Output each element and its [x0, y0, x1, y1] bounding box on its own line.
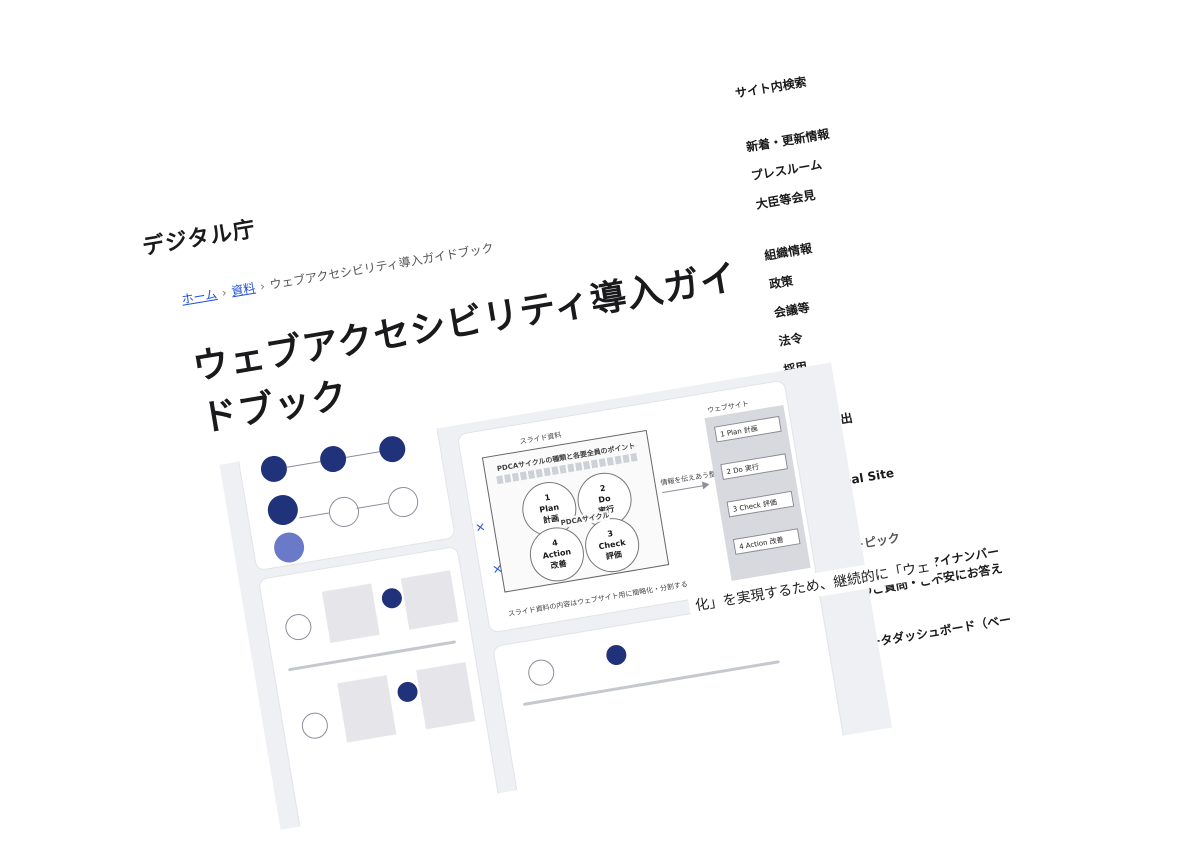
site-logo-title[interactable]: デジタル庁 — [140, 211, 258, 261]
grey-block — [321, 583, 380, 643]
grey-block — [400, 570, 459, 630]
breadcrumb-home[interactable]: ホーム — [181, 287, 218, 307]
lower-node — [604, 643, 628, 667]
lower-card — [493, 592, 846, 805]
flow-node — [258, 453, 289, 484]
close-x-icon: ✕ — [491, 561, 504, 578]
nav-item-press-conference[interactable]: 大臣等会見 — [754, 182, 840, 213]
website-panel: 1 Plan 計画 2 Do 実行 3 Check 評価 4 Action 改善 — [704, 404, 811, 581]
flow-node-outline — [326, 494, 362, 530]
breadcrumb-docs[interactable]: 資料 — [230, 281, 256, 299]
flow-connector — [286, 461, 321, 468]
nav-item-policy[interactable]: 政策 — [768, 266, 830, 293]
site-search-link[interactable]: サイト内検索 — [734, 73, 808, 102]
nav-item-pressroom[interactable]: プレスルーム — [750, 153, 836, 184]
nav-item-organization[interactable]: 組織情報 — [763, 237, 825, 264]
rotated-page: デジタル庁 サイト内検索 新着・更新情報 プレスルーム 大臣等会見 組織情報 政… — [0, 0, 1200, 830]
slide-frame: PDCAサイクルの種類と各要全員のポイント 1Plan計画 2Do実行 3Che… — [481, 429, 670, 593]
flow-connector — [299, 512, 330, 519]
website-step-action: 4 Action 改善 — [732, 528, 801, 555]
breadcrumb-separator: › — [258, 279, 267, 294]
breadcrumb: ホーム › 資料 › ウェブアクセシビリティ導入ガイドブック — [180, 239, 495, 308]
breadcrumb-current: ウェブアクセシビリティ導入ガイドブック — [268, 240, 495, 292]
arrow-right-icon — [701, 480, 711, 490]
flow-node — [271, 530, 307, 565]
matrix-node — [396, 680, 420, 704]
grey-block — [337, 675, 397, 743]
flow-connector — [356, 502, 389, 509]
website-step-plan: 1 Plan 計画 — [714, 415, 782, 443]
flow-node — [318, 444, 349, 474]
nav-group-news: 新着・更新情報 プレスルーム 大臣等会見 — [745, 125, 842, 225]
breadcrumb-separator: › — [220, 285, 228, 301]
flow-node — [265, 492, 301, 528]
nav-item-news[interactable]: 新着・更新情報 — [745, 125, 831, 156]
flow-node-outline — [385, 484, 421, 520]
flow-node — [377, 434, 408, 465]
website-step-check: 3 Check 評価 — [726, 490, 795, 518]
flow-connector — [345, 451, 380, 458]
matrix-node — [380, 586, 404, 610]
nav-item-meetings[interactable]: 会議等 — [773, 294, 835, 321]
text-line — [522, 660, 780, 706]
grey-block — [416, 661, 476, 730]
matrix-node-outline — [283, 612, 314, 643]
nav-item-laws[interactable]: 法令 — [777, 323, 839, 350]
matrix-node-outline — [299, 710, 330, 741]
close-x-icon: ✕ — [474, 519, 487, 536]
lower-node-outline — [526, 657, 557, 688]
matrix-card — [259, 546, 500, 830]
website-step-do: 2 Do 実行 — [720, 453, 789, 480]
